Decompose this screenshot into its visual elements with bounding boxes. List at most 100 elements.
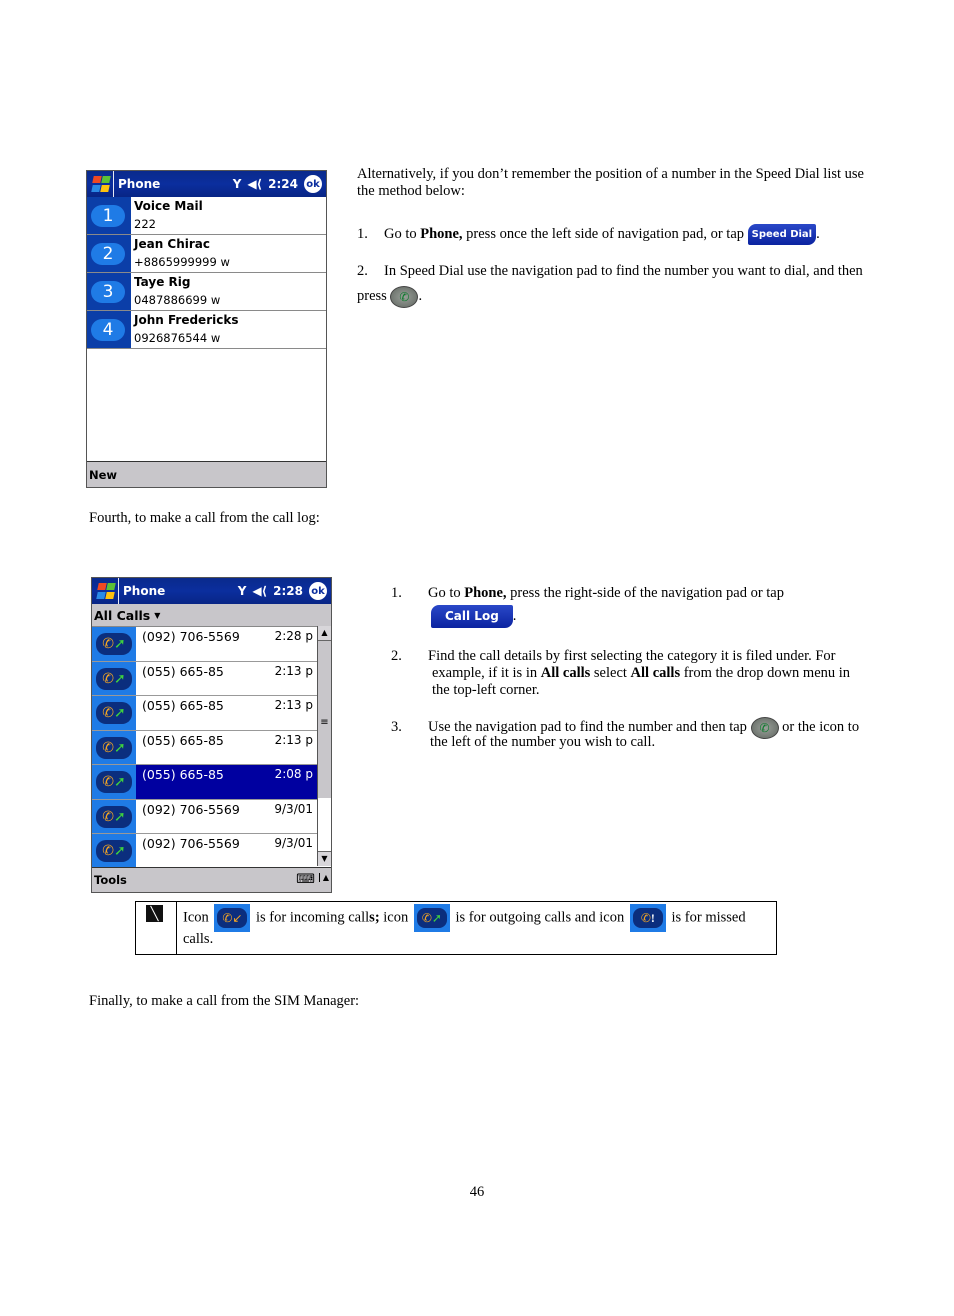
talk-button-icon: ✆ xyxy=(750,716,779,739)
clock-time[interactable]: 2:24 xyxy=(268,177,298,191)
note-text-part: Icon xyxy=(183,909,213,926)
speaker-volume-icon[interactable]: ◀⟨ xyxy=(247,177,262,191)
call-log-screenshot: Phone Y ◀⟨ 2:28 ok All Calls ▼ ✆ ➚ (092) … xyxy=(91,577,332,893)
step-bold: All calls xyxy=(630,665,681,681)
call-time: 9/3/01 xyxy=(274,801,313,816)
contact-number: 0487886699 w xyxy=(134,293,221,307)
speed-dial-entry[interactable]: 3 Taye Rig 0487886699 w xyxy=(87,273,326,311)
call-row-selected[interactable]: ✆ ➚ (055) 665-85 2:08 p xyxy=(92,765,317,800)
call-number: (092) 706-5569 xyxy=(142,629,240,644)
outgoing-call-icon[interactable]: ✆ ➚ xyxy=(96,840,132,862)
speed-dial-entry[interactable]: 4 John Fredericks 0926876544 w xyxy=(87,311,326,349)
missed-call-icon: ✆! xyxy=(629,904,666,932)
title-bar: Phone Y ◀⟨ 2:24 ok xyxy=(87,171,326,197)
note-text-part: s; xyxy=(369,909,380,926)
step-text: press the right-side of the navigation p… xyxy=(506,585,784,601)
signal-antenna-icon[interactable]: Y xyxy=(238,584,247,598)
note-text-part: calls. xyxy=(183,931,214,947)
step-bold: Phone, xyxy=(420,225,463,242)
contact-number: 0926876544 w xyxy=(134,331,221,345)
clock-time[interactable]: 2:28 xyxy=(273,584,303,598)
call-time: 2:13 p xyxy=(274,732,313,747)
call-time: 2:13 p xyxy=(274,698,313,712)
outgoing-call-icon[interactable]: ✆ ➚ xyxy=(96,667,132,690)
slot-number: 4 xyxy=(91,319,125,341)
call-row[interactable]: ✆ ➚ (055) 665-85 2:13 p xyxy=(92,696,317,731)
call-number: (055) 665-85 xyxy=(142,663,224,679)
ok-button[interactable]: ok xyxy=(309,582,327,600)
scroll-down-arrow-icon[interactable]: ▼ xyxy=(318,851,331,866)
step-number: 3. xyxy=(391,719,402,735)
note-text: Icon ✆↙ is for incoming calls; icon ✆➚ i… xyxy=(183,904,773,946)
step-text: Find the call details by first selecting… xyxy=(428,648,836,664)
speaker-volume-icon[interactable]: ◀⟨ xyxy=(252,584,267,598)
keyboard-icon[interactable]: ⌨ xyxy=(296,872,315,887)
outgoing-call-icon[interactable]: ✆ ➚ xyxy=(96,633,132,655)
speed-dial-screenshot: Phone Y ◀⟨ 2:24 ok 1 Voice Mail 222 2 Jea… xyxy=(86,170,327,488)
call-filter-dropdown[interactable]: All Calls ▼ xyxy=(92,604,331,627)
scroll-track[interactable] xyxy=(318,798,331,851)
call-number: (055) 665-85 xyxy=(142,698,224,713)
punct: . xyxy=(512,607,517,624)
scroll-up-arrow-icon[interactable]: ▲ xyxy=(318,626,331,641)
speed-dial-button: Speed Dial xyxy=(747,224,817,245)
step-text: Go to xyxy=(384,225,421,242)
outgoing-call-icon[interactable]: ✆ ➚ xyxy=(96,702,132,724)
call-row[interactable]: ✆ ➚ (055) 665-85 2:13 p xyxy=(92,661,317,696)
step-text: the top-left corner. xyxy=(432,682,540,698)
step-number: 2. xyxy=(391,648,402,664)
slot-number: 3 xyxy=(91,281,125,303)
step-bold: All calls xyxy=(540,665,591,681)
speed-dial-list: 1 Voice Mail 222 2 Jean Chirac +8865999999… xyxy=(87,197,326,349)
windows-start-icon[interactable] xyxy=(94,580,116,602)
step-text: or the icon to xyxy=(778,719,860,735)
page-number: 46 xyxy=(469,1184,485,1200)
ok-button[interactable]: ok xyxy=(304,175,322,193)
speed-dial-entry[interactable]: 2 Jean Chirac +8865999999 w xyxy=(87,235,326,273)
new-menu[interactable]: New xyxy=(89,468,117,482)
outgoing-call-icon[interactable]: ✆ ➚ xyxy=(96,736,132,759)
call-row[interactable]: ✆ ➚ (055) 665-85 2:13 p xyxy=(92,730,317,765)
call-log-step-3: 3. Use the navigation pad to find the num… xyxy=(391,714,881,751)
step-number: 1. xyxy=(357,225,368,242)
outgoing-call-icon[interactable]: ✆ ➚ xyxy=(96,771,132,793)
call-list: ✆ ➚ (092) 706-5569 2:28 p ✆ ➚ (055) 665-85… xyxy=(92,627,317,868)
call-time: 2:08 p xyxy=(274,767,313,781)
call-number: (055) 665-85 xyxy=(142,732,224,748)
call-number: (092) 706-5569 xyxy=(142,801,240,817)
input-menu-arrow-icon[interactable]: ▲ xyxy=(318,873,329,882)
step-number: 2. xyxy=(357,263,368,279)
call-row[interactable]: ✆ ➚ (092) 706-5569 9/3/01 xyxy=(92,834,317,868)
intro-paragraph: Alternatively, if you don’t remember the… xyxy=(357,166,864,199)
final-heading: Finally, to make a call from the SIM Man… xyxy=(89,993,360,1009)
slot-number: 1 xyxy=(91,205,125,227)
punct: . xyxy=(418,288,423,304)
signal-antenna-icon[interactable]: Y xyxy=(233,177,242,191)
speed-dial-entry[interactable]: 1 Voice Mail 222 xyxy=(87,197,326,235)
slot-number: 2 xyxy=(91,243,125,265)
scrollbar[interactable]: ▲ ≡ ▼ xyxy=(317,626,331,866)
command-bar: Tools ⌨ ▲ xyxy=(92,867,331,892)
step-text: example, if it is in xyxy=(432,665,541,681)
contact-name: Taye Rig xyxy=(134,275,191,289)
tools-menu[interactable]: Tools xyxy=(94,873,127,887)
call-number: (092) 706-5569 xyxy=(142,836,240,851)
call-time: 2:28 p xyxy=(274,629,313,643)
chevron-down-icon: ▼ xyxy=(154,610,161,620)
call-log-step-1: 1. Go to Phone, press the right-side of t… xyxy=(391,585,881,628)
call-row[interactable]: ✆ ➚ (092) 706-5569 2:28 p xyxy=(92,627,317,662)
outgoing-call-icon[interactable]: ✆ ➚ xyxy=(96,805,132,828)
call-number: (055) 665-85 xyxy=(142,767,224,782)
call-time: 2:13 p xyxy=(274,663,313,678)
app-title: Phone xyxy=(123,584,166,598)
call-row[interactable]: ✆ ➚ (092) 706-5569 9/3/01 xyxy=(92,799,317,834)
incoming-call-icon: ✆↙ xyxy=(214,904,251,932)
contact-number: 222 xyxy=(134,217,156,231)
call-time: 9/3/01 xyxy=(274,836,313,850)
scroll-thumb-grip-icon[interactable]: ≡ xyxy=(318,717,331,728)
note-text-part: icon xyxy=(379,909,412,926)
windows-start-icon[interactable] xyxy=(89,173,111,195)
command-bar: New xyxy=(87,461,326,487)
step-bold: Phone, xyxy=(464,585,507,601)
note-box: ╲ Icon ✆↙ is for incoming calls; icon ✆➚… xyxy=(135,901,777,955)
